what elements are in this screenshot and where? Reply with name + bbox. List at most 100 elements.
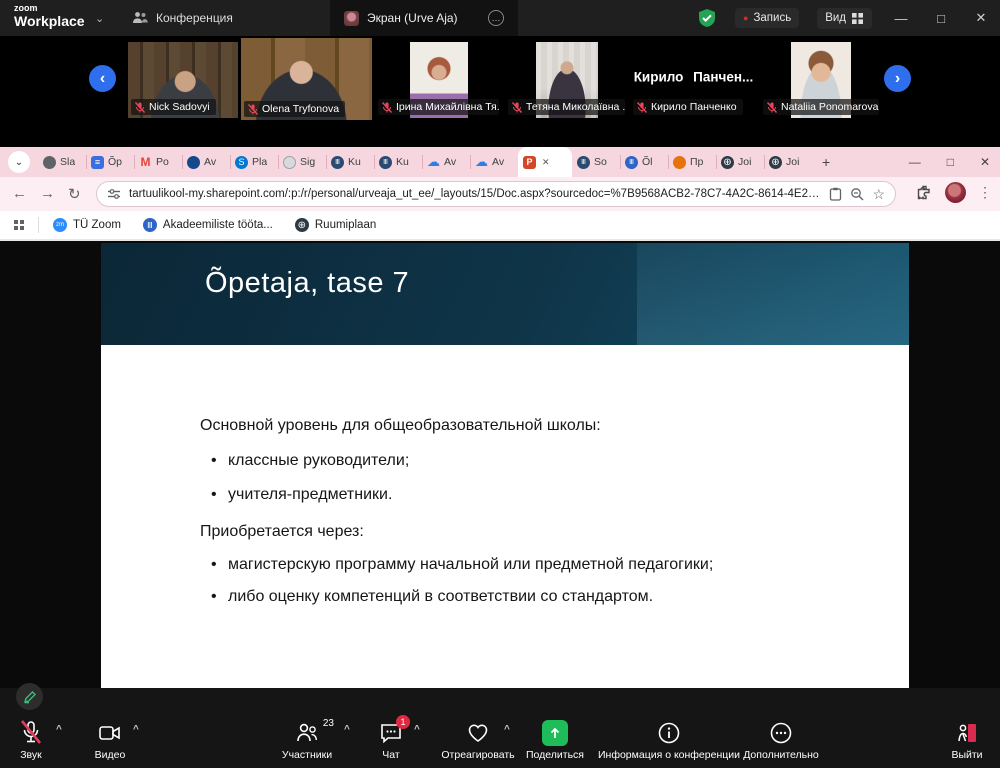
mic-muted-icon (637, 102, 647, 113)
bullet-dot: • (211, 588, 217, 606)
workspace-chevron-icon[interactable]: ⌄ (95, 12, 104, 25)
tab-screen-share[interactable]: Экран (Urve Aja) … (330, 0, 518, 36)
browser-close-button[interactable]: ✕ (980, 155, 990, 169)
bullet-dot: • (211, 486, 217, 504)
browser-tab[interactable]: ⅢKu (326, 147, 374, 177)
react-menu-caret[interactable]: ^ (504, 724, 510, 735)
tab-title: Av (492, 156, 504, 168)
participant-tile[interactable]: Тетяна Миколаївна ... (505, 42, 628, 118)
browser-tab[interactable]: Ⅲ So (572, 147, 620, 177)
screen-tab-avatar (344, 11, 359, 26)
more-button[interactable]: Дополнительно (731, 720, 831, 761)
browser-maximize-button[interactable]: □ (947, 155, 954, 169)
leave-button[interactable]: Выйти (937, 720, 997, 761)
clipboard-icon[interactable] (829, 187, 842, 201)
profile-avatar[interactable] (945, 182, 966, 203)
browser-tab[interactable]: ⊕Joi (764, 147, 812, 177)
react-button[interactable]: Отреагировать (430, 720, 526, 761)
share-label: Поделиться (516, 749, 594, 761)
zoom-window: zoom Workplace ⌄ Конференция Экран (Urve… (0, 0, 1000, 768)
divider (38, 217, 39, 233)
address-bar[interactable]: tartuulikool-my.sharepoint.com/:p:/r/per… (96, 181, 896, 207)
browser-tab[interactable]: ☁Av (422, 147, 470, 177)
bullet-dot: • (211, 452, 217, 470)
extensions-icon[interactable] (916, 184, 933, 201)
tab-title: Õp (108, 156, 122, 168)
favicon-site (673, 156, 686, 169)
participant-tile-no-video[interactable]: Кирило Панчен... Кирило Панченко (630, 42, 757, 118)
share-screen-button[interactable]: Поделиться (516, 720, 594, 761)
browser-tab-active[interactable]: P✕ (518, 147, 572, 177)
participant-name-text: Nataliia Ponomarova (781, 101, 878, 113)
bookmark-ruumiplaan[interactable]: ⊕Ruumiplaan (295, 218, 376, 232)
record-label: Запись (753, 12, 791, 24)
tab-conference[interactable]: Конференция (118, 0, 247, 36)
tab-title: Av (444, 156, 456, 168)
participant-tile[interactable]: Nick Sadovyi (128, 42, 238, 118)
browser-tab[interactable]: Sig (278, 147, 326, 177)
recording-indicator[interactable]: ● Запись (735, 8, 799, 28)
new-tab-button[interactable]: + (812, 147, 840, 177)
favicon-gear (43, 156, 56, 169)
chat-menu-caret[interactable]: ^ (414, 724, 420, 735)
annotate-button[interactable] (16, 683, 43, 710)
pencil-icon (23, 690, 37, 704)
forward-icon[interactable]: → (40, 185, 55, 202)
logo-workspace-text: Workplace (14, 14, 85, 28)
browser-tab[interactable]: Sla (38, 147, 86, 177)
screen-tab-options-icon[interactable]: … (488, 10, 504, 26)
tab-search-button[interactable]: ⌄ (8, 151, 30, 173)
slide-bullet: классные руководители; (228, 452, 409, 470)
meeting-info-button[interactable]: Информация о конференции (588, 720, 750, 761)
apps-grid-icon[interactable] (14, 220, 24, 230)
window-minimize-button[interactable]: — (890, 11, 912, 26)
browser-tab[interactable]: MPo (134, 147, 182, 177)
view-button[interactable]: Вид (817, 8, 872, 29)
participant-name-text: Nick Sadovyi (149, 101, 210, 113)
participant-name-label: Olena Tryfonova (244, 101, 345, 117)
window-maximize-button[interactable]: □ (930, 11, 952, 26)
favicon-powerpoint: P (523, 156, 536, 169)
tab-close-icon[interactable]: ✕ (542, 157, 550, 168)
browser-tab[interactable]: ☁Av (470, 147, 518, 177)
filmstrip-next-button[interactable]: › (884, 65, 911, 92)
participant-tile[interactable]: Ірина Михайлівна Тя... (375, 42, 502, 118)
participant-tile[interactable]: Olena Tryfonova (241, 38, 372, 120)
tab-title: Av (204, 156, 216, 168)
video-button[interactable]: Видео (80, 720, 140, 761)
mic-muted-icon (382, 102, 392, 113)
university-favicon: Ⅲ (143, 218, 157, 232)
shared-screen-content: Õpetaja, tase 7 Основной уровень для общ… (0, 239, 1000, 688)
bookmark-tu-zoom[interactable]: zmTÜ Zoom (53, 218, 121, 232)
browser-tab[interactable]: ⅢKu (374, 147, 422, 177)
browser-tab[interactable]: ≡Õp (86, 147, 134, 177)
bookmark-akadeemiliste[interactable]: ⅢAkadeemiliste tööta... (143, 218, 273, 232)
back-icon[interactable]: ← (12, 185, 27, 202)
video-menu-caret[interactable]: ^ (133, 724, 139, 735)
more-label: Дополнительно (731, 749, 831, 761)
audio-button[interactable]: Звук (2, 720, 60, 761)
tab-title: So (594, 156, 607, 168)
site-info-icon[interactable] (107, 188, 121, 200)
browser-tab[interactable]: ⅢÕl (620, 147, 668, 177)
browser-menu-icon[interactable]: ⋮ (978, 184, 992, 201)
window-close-button[interactable]: ✕ (970, 10, 992, 26)
chat-button[interactable]: 1 Чат (368, 720, 414, 761)
participants-menu-caret[interactable]: ^ (344, 724, 350, 735)
browser-tab[interactable]: ⊕Joi (716, 147, 764, 177)
favicon-university: Ⅲ (577, 156, 590, 169)
audio-menu-caret[interactable]: ^ (56, 724, 62, 735)
zoom-page-icon[interactable] (850, 187, 864, 201)
reload-icon[interactable]: ↻ (68, 185, 81, 203)
security-shield-icon[interactable] (697, 8, 717, 28)
browser-tab[interactable]: Пр (668, 147, 716, 177)
tab-title: Po (156, 156, 169, 168)
participant-tile[interactable]: Nataliia Ponomarova (760, 42, 882, 118)
browser-minimize-button[interactable]: — (909, 155, 921, 169)
browser-tab[interactable]: SPla (230, 147, 278, 177)
tab-title: Joi (738, 156, 751, 168)
browser-tab[interactable]: Av (182, 147, 230, 177)
filmstrip-prev-button[interactable]: ‹ (89, 65, 116, 92)
bookmark-star-icon[interactable]: ☆ (872, 186, 885, 203)
participants-button[interactable]: 23 Участники (272, 720, 342, 761)
